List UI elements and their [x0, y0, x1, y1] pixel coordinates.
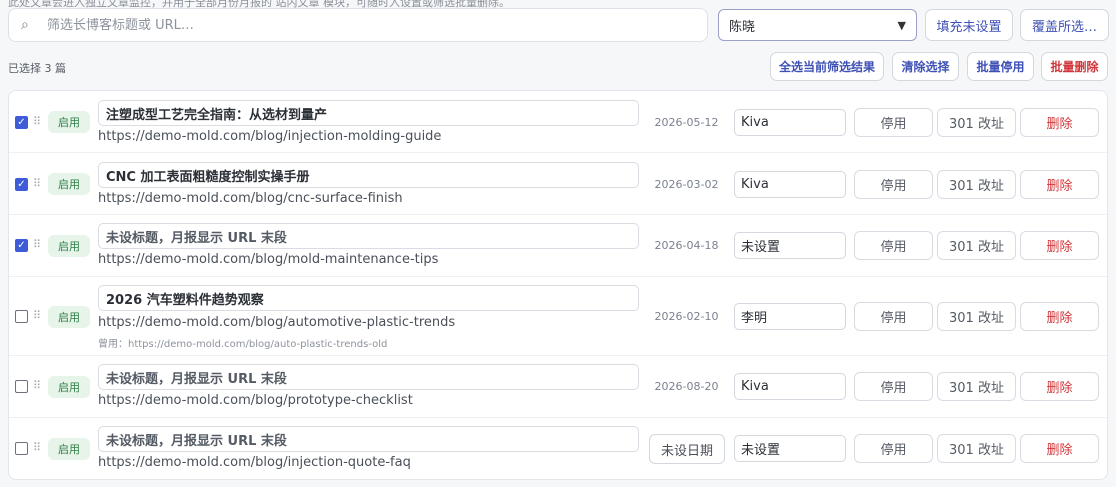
- table-row: ⠿ 启用 未设标题，月报显示 URL 末段 https://demo-mold.…: [9, 418, 1107, 480]
- set-date-button[interactable]: 未设日期: [649, 434, 725, 464]
- drag-handle-icon[interactable]: ⠿: [33, 177, 41, 190]
- owner-input[interactable]: 李明: [734, 303, 846, 330]
- article-url: https://demo-mold.com/blog/injection-mol…: [98, 129, 442, 144]
- redirect-301-button[interactable]: 301 改址: [937, 302, 1016, 331]
- batch-delete-button[interactable]: 批量删除: [1041, 52, 1108, 81]
- publish-date: 2026-02-10: [654, 310, 719, 323]
- owner-input[interactable]: 未设置: [734, 232, 846, 259]
- row-checkbox[interactable]: [15, 442, 28, 455]
- redirect-301-button[interactable]: 301 改址: [937, 372, 1016, 401]
- title-input[interactable]: 未设标题，月报显示 URL 末段: [98, 426, 639, 452]
- status-badge: 启用: [48, 306, 90, 328]
- owner-input[interactable]: Kiva: [734, 171, 846, 198]
- disable-button[interactable]: 停用: [854, 372, 933, 401]
- previous-url: 曾用：https://demo-mold.com/blog/auto-plast…: [98, 339, 388, 350]
- table-row: ✓ ⠿ 启用 未设标题，月报显示 URL 末段 https://demo-mol…: [9, 215, 1107, 277]
- override-selected-button[interactable]: 覆盖所选…: [1020, 9, 1109, 41]
- disable-button[interactable]: 停用: [854, 170, 933, 199]
- title-input[interactable]: 未设标题，月报显示 URL 末段: [98, 223, 639, 249]
- disable-button[interactable]: 停用: [854, 434, 933, 463]
- row-checkbox[interactable]: ✓: [15, 116, 28, 129]
- redirect-301-button[interactable]: 301 改址: [937, 434, 1016, 463]
- redirect-301-button[interactable]: 301 改址: [937, 108, 1016, 137]
- delete-button[interactable]: 删除: [1020, 108, 1099, 137]
- status-badge: 启用: [48, 438, 90, 460]
- fill-unset-button[interactable]: 填充未设置: [925, 9, 1013, 41]
- drag-handle-icon[interactable]: ⠿: [33, 309, 41, 322]
- status-badge: 启用: [48, 111, 90, 133]
- article-url: https://demo-mold.com/blog/prototype-che…: [98, 393, 413, 408]
- drag-handle-icon[interactable]: ⠿: [33, 238, 41, 251]
- disable-button[interactable]: 停用: [854, 302, 933, 331]
- owner-input[interactable]: Kiva: [734, 109, 846, 136]
- clear-selection-button[interactable]: 清除选择: [892, 52, 959, 81]
- status-badge: 启用: [48, 376, 90, 398]
- delete-button[interactable]: 删除: [1020, 302, 1099, 331]
- chevron-down-icon: ▼: [897, 18, 906, 32]
- owner-input[interactable]: 未设置: [734, 435, 846, 462]
- delete-button[interactable]: 删除: [1020, 170, 1099, 199]
- delete-button[interactable]: 删除: [1020, 231, 1099, 260]
- delete-button[interactable]: 删除: [1020, 372, 1099, 401]
- redirect-301-button[interactable]: 301 改址: [937, 170, 1016, 199]
- selected-count: 已选择 3 篇: [8, 62, 66, 75]
- row-checkbox[interactable]: ✓: [15, 239, 28, 252]
- disable-button[interactable]: 停用: [854, 108, 933, 137]
- row-checkbox[interactable]: [15, 380, 28, 393]
- disable-button[interactable]: 停用: [854, 231, 933, 260]
- title-input[interactable]: 注塑成型工艺完全指南：从选材到量产: [98, 100, 639, 126]
- title-input[interactable]: 2026 汽车塑料件趋势观察: [98, 285, 639, 311]
- article-url: https://demo-mold.com/blog/injection-quo…: [98, 455, 411, 470]
- article-url: https://demo-mold.com/blog/cnc-surface-f…: [98, 191, 403, 206]
- search-bar[interactable]: ⌕: [8, 8, 708, 42]
- publish-date: 2026-05-12: [654, 116, 719, 129]
- drag-handle-icon[interactable]: ⠿: [33, 379, 41, 392]
- table-row: ✓ ⠿ 启用 CNC 加工表面粗糙度控制实操手册 https://demo-mo…: [9, 153, 1107, 215]
- checkmark-icon: ✓: [17, 117, 26, 128]
- search-input[interactable]: [47, 17, 707, 33]
- article-url: https://demo-mold.com/blog/mold-maintena…: [98, 252, 439, 267]
- checkmark-icon: ✓: [17, 240, 26, 251]
- publish-date: 2026-08-20: [654, 380, 719, 393]
- status-badge: 启用: [48, 173, 90, 195]
- title-input[interactable]: CNC 加工表面粗糙度控制实操手册: [98, 162, 639, 188]
- search-icon: ⌕: [21, 17, 29, 33]
- owner-input[interactable]: Kiva: [734, 373, 846, 400]
- delete-button[interactable]: 删除: [1020, 434, 1099, 463]
- table-row: ⠿ 启用 未设标题，月报显示 URL 末段 https://demo-mold.…: [9, 356, 1107, 418]
- checkmark-icon: ✓: [17, 179, 26, 190]
- table-row: ⠿ 启用 2026 汽车塑料件趋势观察 https://demo-mold.co…: [9, 277, 1107, 356]
- publish-date: 2026-04-18: [654, 239, 719, 252]
- redirect-301-button[interactable]: 301 改址: [937, 231, 1016, 260]
- batch-disable-button[interactable]: 批量停用: [967, 52, 1034, 81]
- table-row: ✓ ⠿ 启用 注塑成型工艺完全指南：从选材到量产 https://demo-mo…: [9, 91, 1107, 153]
- select-all-filtered-button[interactable]: 全选当前筛选结果: [770, 52, 884, 81]
- owner-filter-select[interactable]: 陈晓 ▼: [718, 9, 917, 41]
- article-url: https://demo-mold.com/blog/automotive-pl…: [98, 315, 456, 330]
- status-badge: 启用: [48, 235, 90, 257]
- drag-handle-icon[interactable]: ⠿: [33, 115, 41, 128]
- drag-handle-icon[interactable]: ⠿: [33, 441, 41, 454]
- owner-filter-value: 陈晓: [729, 19, 756, 35]
- article-list: ✓ ⠿ 启用 注塑成型工艺完全指南：从选材到量产 https://demo-mo…: [8, 90, 1108, 480]
- title-input[interactable]: 未设标题，月报显示 URL 末段: [98, 364, 639, 390]
- row-checkbox[interactable]: ✓: [15, 178, 28, 191]
- publish-date: 2026-03-02: [654, 178, 719, 191]
- row-checkbox[interactable]: [15, 310, 28, 323]
